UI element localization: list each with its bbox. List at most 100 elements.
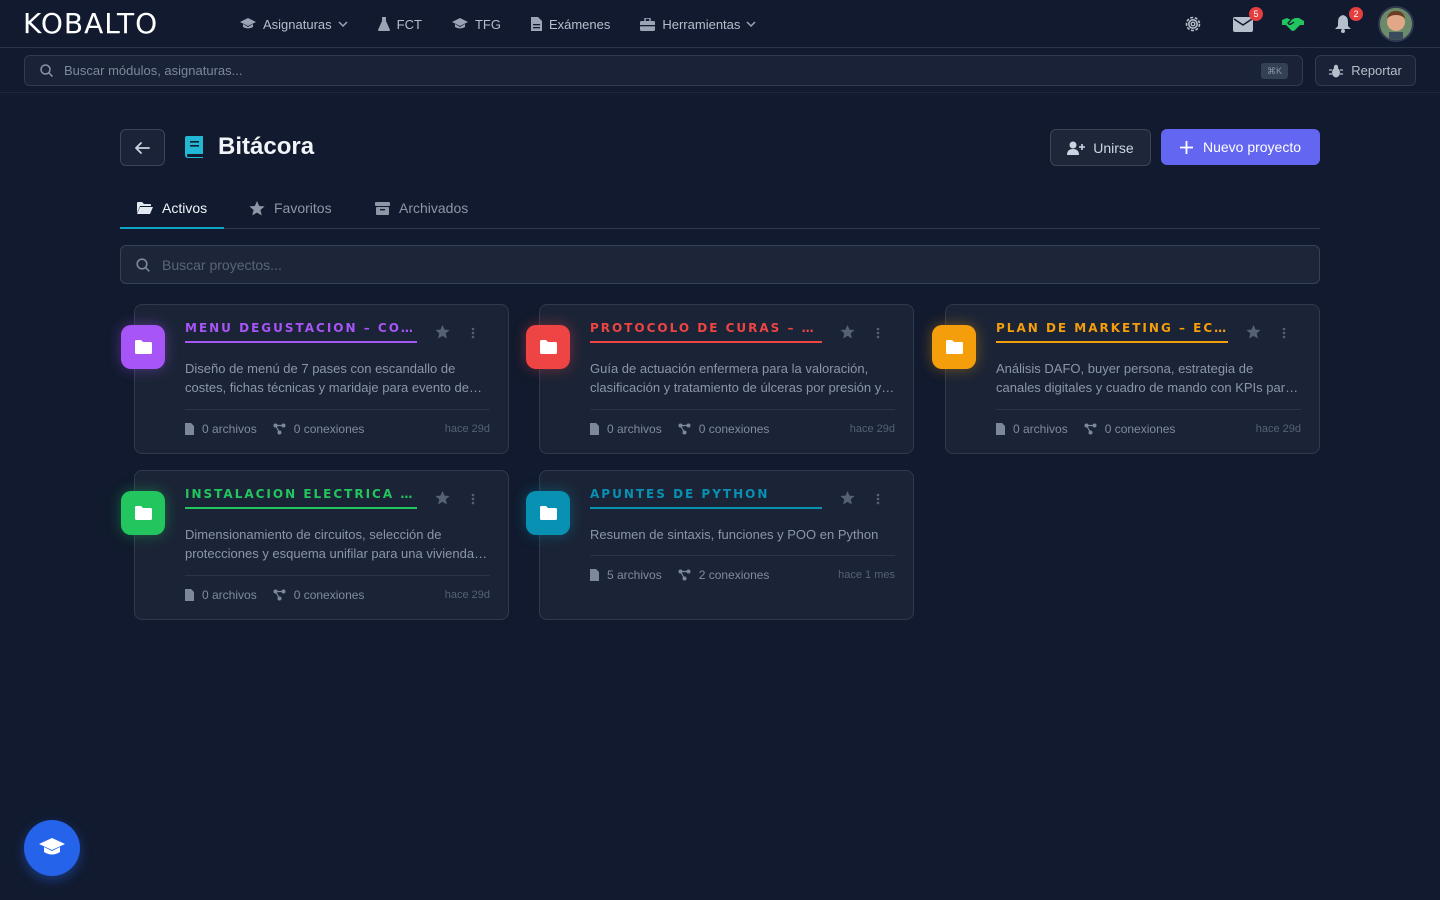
connections-icon [273,423,286,434]
messages-badge: 5 [1249,7,1263,21]
user-avatar[interactable] [1378,6,1414,42]
project-footer: 0 archivos 0 conexiones hace 29d [996,409,1301,447]
join-label: Unirse [1093,139,1134,156]
app-logo[interactable]: KOBALTO [23,8,158,40]
nav-item-label: TFG [474,16,501,32]
global-search-row: ⌘K Reportar [0,48,1440,93]
back-button[interactable] [120,129,165,166]
project-search-input[interactable] [162,256,1262,273]
handshake-icon [1282,18,1304,31]
connections-icon [1084,423,1097,434]
star-icon [249,200,265,215]
favorite-button[interactable] [840,325,855,344]
kebab-menu-icon [876,327,880,339]
search-icon [136,257,150,272]
bug-icon [1329,64,1344,77]
arrow-left-icon [135,141,150,154]
project-card[interactable]: INSTALACION ELECTRICA VIVIENDA Dimension… [121,470,509,620]
top-navbar: KOBALTO Asignaturas FCT TFG Exámenes Her… [0,0,1440,48]
tab-label: Favoritos [274,200,332,216]
report-label: Reportar [1351,63,1402,78]
kebab-menu-icon [471,493,475,505]
kebab-menu-icon [876,493,880,505]
project-folder-icon [121,325,165,369]
nav-item-asignaturas[interactable]: Asignaturas [240,17,348,32]
more-options-button[interactable] [471,492,475,510]
global-search-box[interactable]: ⌘K [24,55,1303,86]
tab-label: Archivados [399,200,469,216]
project-search-box[interactable] [120,245,1320,284]
flask-icon [377,17,390,31]
tab-activos[interactable]: Activos [120,188,224,229]
connection-count: 0 conexiones [1084,422,1175,436]
messages-button[interactable]: 5 [1230,7,1263,37]
favorite-button[interactable] [435,491,450,510]
settings-button[interactable] [1180,11,1206,37]
more-options-button[interactable] [471,326,475,344]
new-project-label: Nuevo proyecto [1202,139,1302,155]
nav-item-label: Herramientas [662,16,741,32]
handshake-button[interactable] [1280,11,1306,37]
connections-icon [678,423,691,434]
file-count-label: 0 archivos [607,421,662,436]
star-icon [840,325,855,339]
kebab-menu-icon [1282,327,1286,339]
nav-item-herramientas[interactable]: Herramientas [640,17,756,32]
more-options-button[interactable] [876,326,880,344]
page-header: Bitácora [185,133,314,161]
project-card[interactable]: PROTOCOLO DE CURAS – HERIDAS Guía de act… [526,304,914,454]
file-icon [185,588,194,601]
tab-favoritos[interactable]: Favoritos [249,188,332,228]
favorite-button[interactable] [1246,325,1261,344]
project-card[interactable]: APUNTES DE PYTHON Resumen de sintaxis, f… [526,470,914,620]
file-icon [185,422,194,435]
bell-icon [1335,15,1351,33]
join-button[interactable]: Unirse [1050,129,1151,166]
project-description: Resumen de sintaxis, funciones y POO en … [590,527,879,542]
connection-count: 0 conexiones [678,422,769,436]
file-count-label: 5 archivos [607,567,662,582]
project-tabs: Activos Favoritos Archivados [120,188,1320,229]
file-count: 0 archivos [185,422,257,436]
favorite-button[interactable] [840,491,855,510]
nav-actions: 5 2 [1156,0,1414,48]
project-folder-icon [121,491,165,535]
global-search-input[interactable] [64,63,1164,78]
project-description: Guía de actuación enfermera para la valo… [590,361,882,395]
more-options-button[interactable] [1282,326,1286,344]
project-description: Dimensionamiento de circuitos, selección… [185,527,475,561]
nav-item-fct[interactable]: FCT [377,17,422,32]
archive-icon [375,201,390,215]
file-icon [996,422,1005,435]
tab-archivados[interactable]: Archivados [375,188,468,228]
more-options-button[interactable] [876,492,880,510]
project-card[interactable]: MENU DEGUSTACION – COCINA Diseño de menú… [121,304,509,454]
connection-count-label: 0 conexiones [293,421,365,436]
folder-icon [539,340,557,354]
file-count: 5 archivos [590,568,662,582]
notifications-button[interactable]: 2 [1330,7,1363,37]
project-card[interactable]: PLAN DE MARKETING – ECOMMERCE Análisis D… [932,304,1320,454]
folder-open-icon [137,201,153,214]
nav-item-tfg[interactable]: TFG [451,16,501,32]
favorite-button[interactable] [435,325,450,344]
star-icon [435,491,450,505]
file-count-label: 0 archivos [202,587,257,602]
chevron-down-icon [338,21,348,27]
last-updated: hace 1 mes [838,568,895,581]
file-count-label: 0 archivos [202,421,257,436]
last-updated: hace 29d [1255,422,1301,435]
help-fab-button[interactable] [24,820,80,876]
new-project-button[interactable]: Nuevo proyecto [1161,129,1320,165]
nav-item-examenes[interactable]: Exámenes [530,17,610,32]
report-button[interactable]: Reportar [1315,55,1416,86]
connection-count: 0 conexiones [273,421,365,436]
kebab-menu-icon [471,327,475,339]
project-title: MENU DEGUSTACION – COCINA [185,321,417,343]
project-footer: 5 archivos 2 conexiones hace 1 mes [590,555,895,593]
project-description: Diseño de menú de 7 pases con escandallo… [185,361,469,395]
project-title: PROTOCOLO DE CURAS – HERIDAS [590,321,822,343]
star-icon [435,325,450,339]
file-icon [590,568,599,581]
graduation-cap-icon [39,838,65,855]
